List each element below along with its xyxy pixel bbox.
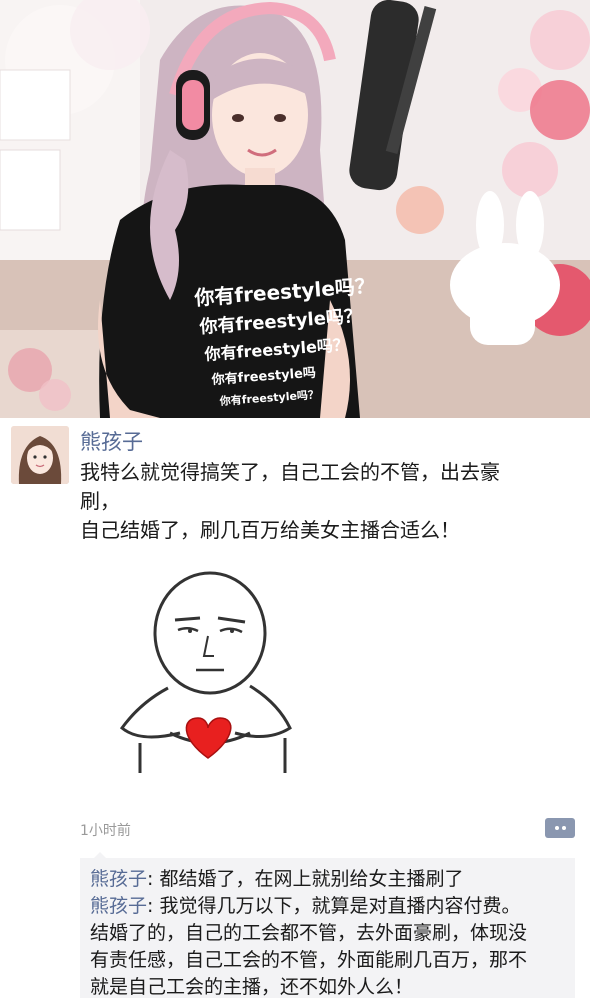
- comment-username[interactable]: 熊孩子: [90, 868, 147, 890]
- comment-button[interactable]: [545, 818, 575, 838]
- streamer-photo: 你有freestyle吗？ 你有freestyle吗？ 你有freestyle吗…: [0, 0, 590, 418]
- comment-item[interactable]: 熊孩子: 我觉得几万以下，就算是对直播内容付费。: [90, 893, 567, 920]
- comment-item[interactable]: 熊孩子: 都结婚了，在网上就别给女主播刷了: [90, 866, 567, 893]
- post-content-line: 自己结婚了，刷几百万给美女主播合适么！: [80, 518, 460, 542]
- comment-dot-icon: [561, 826, 566, 830]
- post-content-line: 刷，: [80, 489, 120, 513]
- post-content-line: 我特么就觉得搞笑了，自己工会的不管，出去豪: [80, 460, 500, 484]
- comment-colon: :: [147, 895, 160, 917]
- meme-image[interactable]: [100, 568, 300, 778]
- avatar[interactable]: [11, 426, 69, 484]
- comment-text-continuation: 结婚了的，自己的工会都不管，去外面豪刷，体现没: [90, 922, 528, 944]
- post-username[interactable]: 熊孩子: [80, 426, 143, 456]
- comment-text: 我觉得几万以下，就算是对直播内容付费。: [159, 895, 521, 917]
- post-time: 1小时前: [80, 823, 131, 839]
- moments-post: 熊孩子 我特么就觉得搞笑了，自己工会的不管，出去豪 刷， 自己结婚了，刷几百万给…: [0, 418, 590, 998]
- comment-text-continuation: 就是自己工会的主播，还不如外人么！: [90, 976, 414, 998]
- post-content: 我特么就觉得搞笑了，自己工会的不管，出去豪 刷， 自己结婚了，刷几百万给美女主播…: [80, 458, 570, 545]
- comment-username[interactable]: 熊孩子: [90, 895, 147, 917]
- comment-colon: :: [147, 868, 160, 890]
- meme-face-heart-drawing: [119, 571, 292, 773]
- comment-text: 都结婚了，在网上就别给女主播刷了: [159, 868, 464, 890]
- comments-section: 熊孩子: 都结婚了，在网上就别给女主播刷了 熊孩子: 我觉得几万以下，就算是对直…: [80, 852, 575, 998]
- comment-dot-icon: [554, 826, 559, 830]
- avatar-image: [11, 426, 69, 484]
- comment-text-continuation: 有责任感，自己工会的不管，外面能刷几百万，那不: [90, 949, 528, 971]
- streamer-photo-drawing: 你有freestyle吗？ 你有freestyle吗？ 你有freestyle吗…: [0, 0, 590, 418]
